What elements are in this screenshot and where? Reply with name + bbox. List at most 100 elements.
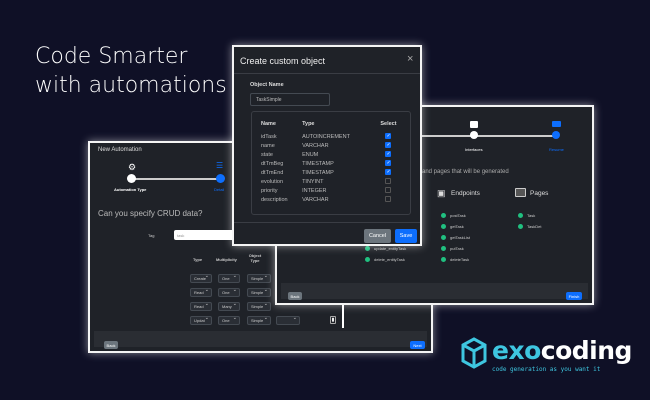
- page-item: Task: [518, 213, 535, 218]
- list-icon: ☰: [216, 161, 224, 170]
- field-name: state: [261, 151, 273, 158]
- fields-table: Name Type Select idTaskAUTOINCREMENTname…: [261, 116, 401, 204]
- endpoints-title: Endpoints: [451, 190, 480, 197]
- type-select[interactable]: Read: [190, 287, 212, 297]
- select-checkbox[interactable]: [385, 178, 392, 185]
- select-checkbox[interactable]: [385, 151, 392, 158]
- window-title: New Automation: [98, 147, 142, 153]
- col-header: Object Type: [248, 253, 262, 263]
- modal-title: Create custom object: [240, 56, 326, 66]
- step-dot: [470, 131, 478, 139]
- col-header: Select: [380, 121, 397, 127]
- pages-icon: [515, 188, 526, 197]
- type-select[interactable]: Read: [190, 301, 212, 311]
- field-row: dtTmBeg TIMESTAMP: [261, 159, 401, 168]
- endpoint-item: getTaskList: [441, 235, 470, 240]
- step-label: Automation Type: [114, 187, 147, 192]
- logo-wordmark: exocoding: [492, 336, 632, 365]
- select-checkbox[interactable]: [385, 169, 392, 176]
- question-text: Can you specify CRUD data?: [98, 209, 203, 218]
- object-type-select[interactable]: Simple: [247, 315, 271, 325]
- field-row: description VARCHAR: [261, 195, 401, 204]
- tag-label: Tag: [148, 233, 155, 238]
- type-select[interactable]: Create: [190, 273, 212, 283]
- object-type-select[interactable]: Simple: [247, 273, 271, 283]
- field-name: dtTmEnd: [261, 169, 284, 176]
- endpoints-icon: ▣: [437, 188, 446, 198]
- field-row: priority INTEGER: [261, 186, 401, 195]
- col-header: Multiplicity: [216, 257, 237, 262]
- headline-line-2: with automations: [35, 73, 227, 98]
- back-button[interactable]: Back: [104, 341, 118, 349]
- back-button[interactable]: Back: [288, 292, 302, 300]
- operation-item: update_entityTask: [365, 246, 406, 251]
- stepper-line: [422, 135, 559, 137]
- select-checkbox[interactable]: [385, 160, 392, 167]
- multiplicity-select[interactable]: One: [218, 315, 240, 325]
- step-label: Interfaces: [465, 147, 483, 152]
- cancel-button[interactable]: Cancel: [364, 229, 391, 243]
- field-row: evolution TINYINT: [261, 177, 401, 186]
- field-row: idTask AUTOINCREMENT: [261, 132, 401, 141]
- pages-title: Pages: [530, 190, 549, 197]
- object-name-label: Object Name: [250, 82, 284, 88]
- field-type: TIMESTAMP: [302, 169, 334, 176]
- subtitle: and pages that will be generated: [422, 169, 509, 175]
- object-select[interactable]: [276, 315, 300, 325]
- col-header: Type: [193, 257, 203, 262]
- object-type-select[interactable]: Simple: [247, 287, 271, 297]
- save-button[interactable]: Save: [395, 229, 417, 243]
- step-dot-active[interactable]: [552, 131, 560, 139]
- multiplicity-select[interactable]: Many: [218, 301, 240, 311]
- field-name: name: [261, 142, 275, 149]
- step-dot-active[interactable]: [216, 174, 225, 183]
- select-checkbox[interactable]: [385, 187, 392, 194]
- col-header: Type: [302, 121, 315, 127]
- exocoding-logo-icon: [460, 337, 488, 371]
- field-type: TIMESTAMP: [302, 160, 334, 167]
- field-name: priority: [261, 187, 278, 194]
- field-type: AUTOINCREMENT: [302, 133, 350, 140]
- step-dot: [127, 174, 136, 183]
- headline: Code Smarter with automations: [35, 42, 227, 100]
- field-type: ENUM: [302, 151, 319, 158]
- type-select[interactable]: Updat: [190, 315, 212, 325]
- operation-item: delete_entityTask: [365, 257, 405, 262]
- field-row: state ENUM: [261, 150, 401, 159]
- endpoint-item: putTask: [441, 246, 464, 251]
- field-row: name VARCHAR: [261, 141, 401, 150]
- page-item: TaskDet: [518, 224, 541, 229]
- monitor-icon: [552, 121, 561, 127]
- headline-line-1: Code Smarter: [35, 44, 188, 69]
- trash-icon[interactable]: ▮: [330, 316, 336, 324]
- close-icon[interactable]: ×: [407, 53, 413, 65]
- gear-icon: ⚙: [128, 162, 137, 172]
- create-object-modal: Create custom object × Object Name TaskS…: [232, 45, 422, 246]
- endpoint-item: deleteTask: [441, 257, 469, 262]
- next-button[interactable]: Next: [410, 341, 425, 349]
- col-header: Name: [261, 121, 276, 127]
- finish-button[interactable]: Finish: [566, 292, 582, 300]
- object-type-select[interactable]: Simple: [247, 301, 271, 311]
- object-name-input[interactable]: TaskSimple: [250, 93, 330, 106]
- multiplicity-select[interactable]: One: [218, 273, 240, 283]
- select-checkbox[interactable]: [385, 142, 392, 149]
- select-checkbox[interactable]: [385, 196, 392, 203]
- endpoint-item: postTask: [441, 213, 466, 218]
- field-name: idTask: [261, 133, 277, 140]
- multiplicity-select[interactable]: One: [218, 287, 240, 297]
- stepper-line: [128, 178, 218, 180]
- logo-tagline: code generation as you want it: [492, 366, 601, 373]
- field-type: INTEGER: [302, 187, 327, 194]
- field-name: description: [261, 196, 288, 203]
- save-icon: [470, 121, 478, 128]
- field-type: VARCHAR: [302, 196, 329, 203]
- field-type: VARCHAR: [302, 142, 329, 149]
- select-checkbox[interactable]: [385, 133, 392, 140]
- step-label[interactable]: Detail: [214, 187, 224, 192]
- step-label[interactable]: Resume: [549, 147, 564, 152]
- field-name: evolution: [261, 178, 284, 185]
- fields-table-container: Name Type Select idTaskAUTOINCREMENTname…: [251, 111, 411, 215]
- endpoint-item: getTask: [441, 224, 464, 229]
- field-name: dtTmBeg: [261, 160, 284, 167]
